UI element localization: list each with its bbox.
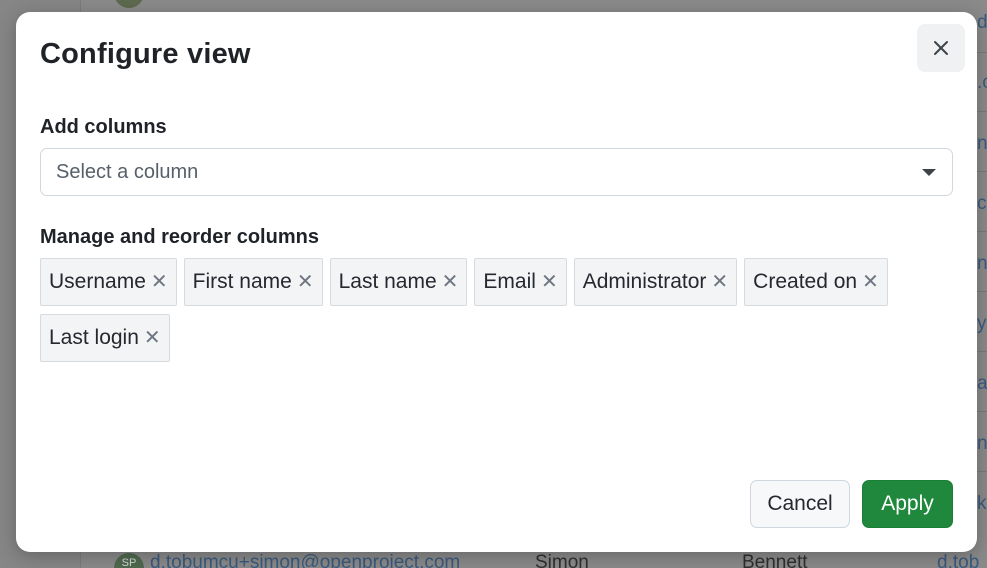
background-first-name: Simon: [535, 552, 589, 568]
background-last-name: Bennett: [742, 552, 808, 568]
remove-column-icon[interactable]: ✕: [151, 272, 168, 292]
background-cell: k: [977, 493, 987, 514]
background-link: d.tob: [937, 552, 980, 568]
background-cell: n.c: [977, 253, 987, 274]
column-chip-label: Email: [483, 270, 536, 293]
background-cell: c: [977, 193, 987, 214]
column-chip[interactable]: First name ✕: [183, 258, 323, 306]
background-row-divider: [977, 411, 987, 412]
column-select[interactable]: Select a column: [40, 148, 953, 196]
column-select-placeholder: Select a column: [56, 160, 199, 183]
close-icon: [934, 41, 948, 55]
remove-column-icon[interactable]: ✕: [144, 328, 161, 348]
column-chip-label: First name: [192, 270, 292, 293]
close-button[interactable]: [917, 24, 965, 72]
apply-button[interactable]: Apply: [862, 480, 953, 528]
cancel-button[interactable]: Cancel: [750, 480, 850, 528]
column-chip-label: Username: [49, 270, 146, 293]
remove-column-icon[interactable]: ✕: [442, 272, 459, 292]
column-chip[interactable]: Created on ✕: [744, 258, 888, 306]
background-table-row: SP d.tobumcu+simon@openproject.com Simon…: [81, 552, 987, 568]
background-row-divider: [977, 111, 987, 112]
background-cell: d: [977, 12, 987, 33]
background-avatar: SP: [114, 553, 144, 568]
column-chip[interactable]: Email ✕: [474, 258, 567, 306]
column-chip-label: Administrator: [582, 270, 707, 293]
column-chip-label: Created on: [753, 270, 858, 293]
column-chip[interactable]: Last login ✕: [40, 314, 170, 362]
column-chip[interactable]: Last name ✕: [329, 258, 468, 306]
background-row-divider: [977, 471, 987, 472]
remove-column-icon[interactable]: ✕: [862, 272, 879, 292]
background-email: d.tobumcu+simon@openproject.com: [150, 552, 461, 568]
remove-column-icon[interactable]: ✕: [711, 272, 728, 292]
add-columns-label: Add columns: [40, 116, 167, 138]
background-cell: a: [977, 373, 987, 394]
column-chip[interactable]: Username ✕: [40, 258, 177, 306]
configure-view-dialog: Configure view Add columns Select a colu…: [16, 12, 977, 552]
background-row-divider: [977, 351, 987, 352]
column-chip-label: Last login: [49, 326, 139, 349]
column-chip[interactable]: Administrator ✕: [573, 258, 738, 306]
background-row-divider: [977, 52, 987, 53]
background-cell: ni: [977, 433, 987, 454]
dialog-title: Configure view: [40, 38, 251, 70]
background-row-divider: [977, 171, 987, 172]
column-chip-label: Last name: [338, 270, 437, 293]
column-chip-list: Username ✕ First name ✕ Last name ✕ Emai…: [40, 258, 953, 362]
background-cell: .c: [977, 72, 987, 93]
remove-column-icon[interactable]: ✕: [541, 272, 558, 292]
background-cell: n.c: [977, 133, 987, 154]
remove-column-icon[interactable]: ✕: [297, 272, 314, 292]
background-cell: y.: [977, 313, 987, 334]
background-row-divider: [977, 291, 987, 292]
manage-columns-label: Manage and reorder columns: [40, 226, 319, 248]
background-row-divider: [977, 231, 987, 232]
caret-down-icon[interactable]: [922, 168, 936, 176]
background-avatar: [114, 0, 144, 8]
